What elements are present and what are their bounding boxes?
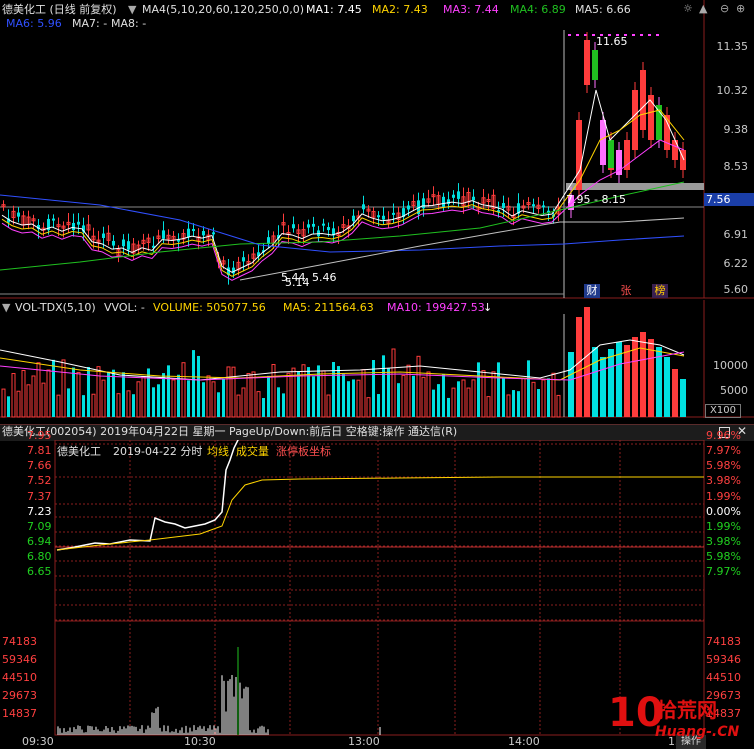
intraday-pct-tick: 9.96% bbox=[706, 429, 741, 442]
intraday-time-tick: 09:30 bbox=[22, 735, 54, 748]
ma6-label: MA6: 5.96 bbox=[6, 17, 62, 30]
vol-dropdown-icon[interactable]: ▼ bbox=[2, 301, 10, 315]
intraday-limit-label: 涨停板坐标 bbox=[276, 445, 331, 458]
intraday-price-tick: 7.23 bbox=[27, 505, 52, 518]
intraday-pct-tick: 1.99% bbox=[706, 520, 741, 533]
kline-axis-tick: 6.22 bbox=[723, 257, 749, 270]
current-price-label: 7.56 bbox=[706, 193, 731, 206]
intraday-avg-label: 均线 bbox=[207, 445, 229, 458]
intraday-price-tick: 7.09 bbox=[27, 520, 52, 533]
intraday-price-tick: 6.94 bbox=[27, 535, 52, 548]
intraday-vol-tick: 14837 bbox=[2, 707, 37, 720]
volume-chart[interactable] bbox=[0, 300, 754, 418]
zoom-out-icon[interactable]: ⊖ bbox=[720, 2, 729, 16]
ma5-label: MA5: 6.66 bbox=[575, 3, 631, 16]
kline-axis-tick: 6.91 bbox=[723, 228, 749, 241]
intraday-window-title: 德美化工(002054) 2019年04月22日 星期一 PageUp/Down… bbox=[2, 425, 458, 438]
intraday-price-tick: 6.80 bbox=[27, 550, 52, 563]
vol-ma5: MA5: 211564.63 bbox=[283, 301, 374, 314]
vol-axis-tick: 10000 bbox=[713, 359, 748, 372]
tag-dragon-tiger[interactable]: 榜 bbox=[652, 284, 668, 298]
kline-axis-tick: 11.35 bbox=[716, 40, 749, 53]
intraday-time-tick: 13:00 bbox=[348, 735, 380, 748]
watermark-url: Huang-.CN bbox=[655, 724, 740, 740]
kline-title: 德美化工 (日线 前复权) bbox=[2, 3, 117, 16]
intraday-pct-tick: 7.97% bbox=[706, 444, 741, 457]
kline-axis-tick: 8.53 bbox=[723, 160, 749, 173]
vol-volume: VOLUME: 505077.56 bbox=[153, 301, 266, 314]
kline-low-annotation-b: 5.14 bbox=[285, 276, 310, 289]
tag-limit-up[interactable]: 张 bbox=[618, 284, 634, 298]
kline-high-annotation: 11.65 bbox=[596, 35, 628, 48]
kline-axis-tick: 9.38 bbox=[723, 123, 749, 136]
intraday-pct-tick: 1.99% bbox=[706, 490, 741, 503]
ma8-label: MA8: - bbox=[111, 17, 147, 30]
intraday-price-tick: 7.95 bbox=[27, 429, 52, 442]
intraday-pct-tick: 3.98% bbox=[706, 474, 741, 487]
kline-axis-tick: 5.60 bbox=[723, 283, 749, 296]
ma4-label: MA4: 6.89 bbox=[510, 3, 566, 16]
intraday-time-tick: 14:00 bbox=[508, 735, 540, 748]
intraday-price-tick: 7.52 bbox=[27, 474, 52, 487]
settings-icon[interactable]: ☼ bbox=[683, 2, 693, 16]
intraday-price-tick: 7.37 bbox=[27, 490, 52, 503]
kline-axis-tick: 10.32 bbox=[716, 84, 749, 97]
intraday-pct-tick: 3.98% bbox=[706, 535, 741, 548]
intraday-vol-tick-right: 44510 bbox=[706, 671, 741, 684]
kline-ma-params: MA4(5,10,20,60,120,250,0,0) bbox=[142, 3, 305, 16]
intraday-pct-tick: 5.98% bbox=[706, 459, 741, 472]
scroll-up-icon[interactable]: ▲ bbox=[699, 2, 707, 16]
intraday-price-tick: 7.66 bbox=[27, 459, 52, 472]
intraday-pct-tick: 7.97% bbox=[706, 565, 741, 578]
ma1-label: MA1: 7.45 bbox=[306, 3, 362, 16]
vol-unit-badge: X100 bbox=[705, 404, 741, 418]
kline-dropdown-icon[interactable]: ▼ bbox=[128, 3, 136, 17]
intraday-vol-tick-right: 74183 bbox=[706, 635, 741, 648]
watermark-text: 拾荒网 bbox=[657, 698, 717, 722]
intraday-price-tick: 6.65 bbox=[27, 565, 52, 578]
intraday-stock-name: 德美化工 bbox=[57, 445, 101, 458]
intraday-pct-tick: 5.98% bbox=[706, 550, 741, 563]
vol-vvol: VVOL: - bbox=[104, 301, 145, 314]
kline-low-annotation-c: 5.46 bbox=[312, 271, 337, 284]
intraday-price-tick: 7.81 bbox=[27, 444, 52, 457]
intraday-vol-tick: 74183 bbox=[2, 635, 37, 648]
ma7-label: MA7: - bbox=[72, 17, 108, 30]
watermark-logo: 10 bbox=[608, 690, 664, 736]
ma3-label: MA3: 7.44 bbox=[443, 3, 499, 16]
vol-title: VOL-TDX(5,10) bbox=[15, 301, 96, 314]
vol-ma10: MA10: 199427.53 bbox=[387, 301, 485, 314]
intraday-vol-tick: 59346 bbox=[2, 653, 37, 666]
vol-arrow-icon: ↓ bbox=[483, 301, 493, 314]
vol-axis-tick: 5000 bbox=[720, 384, 748, 397]
intraday-vol-tick-right: 59346 bbox=[706, 653, 741, 666]
tag-finance[interactable]: 财 bbox=[584, 284, 600, 298]
intraday-volume-label: 成交量 bbox=[236, 445, 269, 458]
intraday-date: 2019-04-22 分时 bbox=[113, 445, 203, 458]
intraday-vol-tick: 29673 bbox=[2, 689, 37, 702]
intraday-pct-tick: 0.00% bbox=[706, 505, 741, 518]
kline-range-annotation: 7.95 - 8.15 bbox=[566, 193, 626, 206]
ma2-label: MA2: 7.43 bbox=[372, 3, 428, 16]
intraday-time-tick: 10:30 bbox=[184, 735, 216, 748]
zoom-in-icon[interactable]: ⊕ bbox=[736, 2, 745, 16]
intraday-vol-tick: 44510 bbox=[2, 671, 37, 684]
kline-chart[interactable] bbox=[0, 0, 754, 300]
